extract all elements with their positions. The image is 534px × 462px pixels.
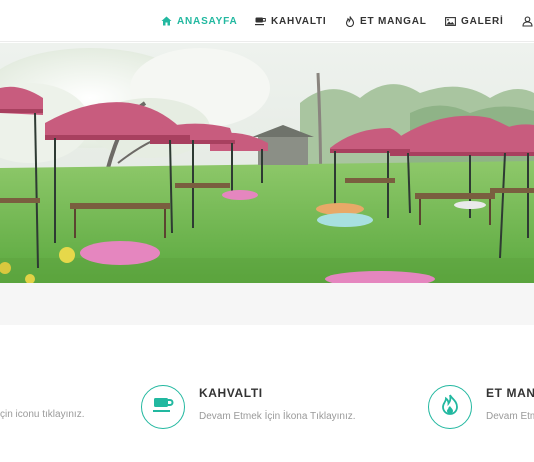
nav-item-label: ANASAYFA	[177, 15, 238, 27]
home-icon	[161, 16, 172, 26]
et-mangal-feature-desc: Devam Etm	[486, 411, 534, 422]
coffee-cup-icon	[255, 16, 266, 26]
nav-item-user[interactable]	[522, 0, 533, 42]
nav-item-galeri[interactable]: GALERİ	[445, 0, 504, 42]
fire-icon	[441, 394, 459, 421]
nav-item-label: ET MANGAL	[360, 15, 427, 27]
feature-desc-partial: çin iconu tıklayınız.	[0, 409, 85, 420]
et-mangal-feature-title: ET MAN	[486, 386, 534, 400]
top-navbar: ANASAYFA KAHVALTI ET MANGAL GALERİ	[0, 0, 534, 42]
nav-item-anasayfa[interactable]: ANASAYFA	[161, 0, 238, 42]
fire-icon	[345, 15, 355, 27]
et-mangal-feature-button[interactable]	[428, 385, 472, 429]
nav-item-label: KAHVALTI	[271, 15, 327, 27]
coffee-cup-icon	[152, 396, 174, 419]
nav-item-et-mangal[interactable]: ET MANGAL	[345, 0, 427, 42]
user-icon	[522, 15, 533, 27]
kahvalti-feature-button[interactable]	[141, 385, 185, 429]
image-icon	[445, 16, 456, 26]
nav-item-kahvalti[interactable]: KAHVALTI	[255, 0, 326, 42]
kahvalti-feature-title: KAHVALTI	[199, 386, 263, 400]
kahvalti-feature-desc: Devam Etmek İçin İkona Tıklayınız.	[199, 411, 356, 422]
hero-bottom-strip	[0, 283, 534, 325]
nav-item-label: GALERİ	[461, 15, 504, 27]
hero-image	[0, 43, 534, 283]
